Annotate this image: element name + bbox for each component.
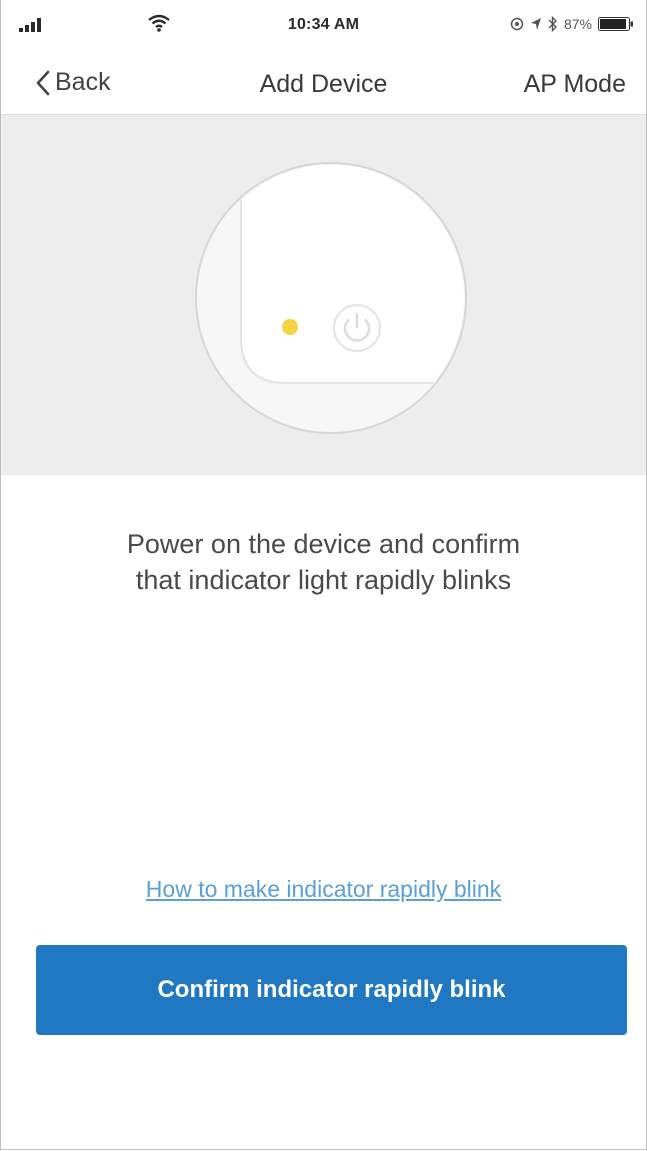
confirm-button[interactable]: Confirm indicator rapidly blink: [36, 945, 627, 1035]
navigation-bar: Back Add Device AP Mode: [1, 52, 646, 115]
indicator-light-icon: [282, 319, 298, 335]
location-icon: [510, 17, 524, 31]
status-right-icons: 87%: [510, 14, 634, 34]
help-link[interactable]: How to make indicator rapidly blink: [1, 876, 646, 903]
device-illustration: [1, 115, 646, 475]
instruction-line-2: that indicator light rapidly blinks: [135, 565, 512, 595]
app-screen: 10:34 AM 87% Back Add Device AP Mode Pow…: [0, 0, 647, 1150]
bluetooth-icon: [548, 16, 557, 32]
battery-icon: [598, 17, 633, 31]
device-illustration-graphic: [195, 162, 467, 434]
instruction-line-1: Power on the device and confirm: [126, 529, 521, 559]
battery-percent: 87%: [563, 16, 592, 32]
instruction-text: Power on the device and confirm that ind…: [41, 526, 606, 598]
status-bar: 10:34 AM 87%: [1, 0, 646, 52]
power-icon: [333, 304, 381, 352]
navigation-arrow-icon: [530, 18, 541, 30]
ap-mode-button[interactable]: AP Mode: [524, 70, 626, 99]
